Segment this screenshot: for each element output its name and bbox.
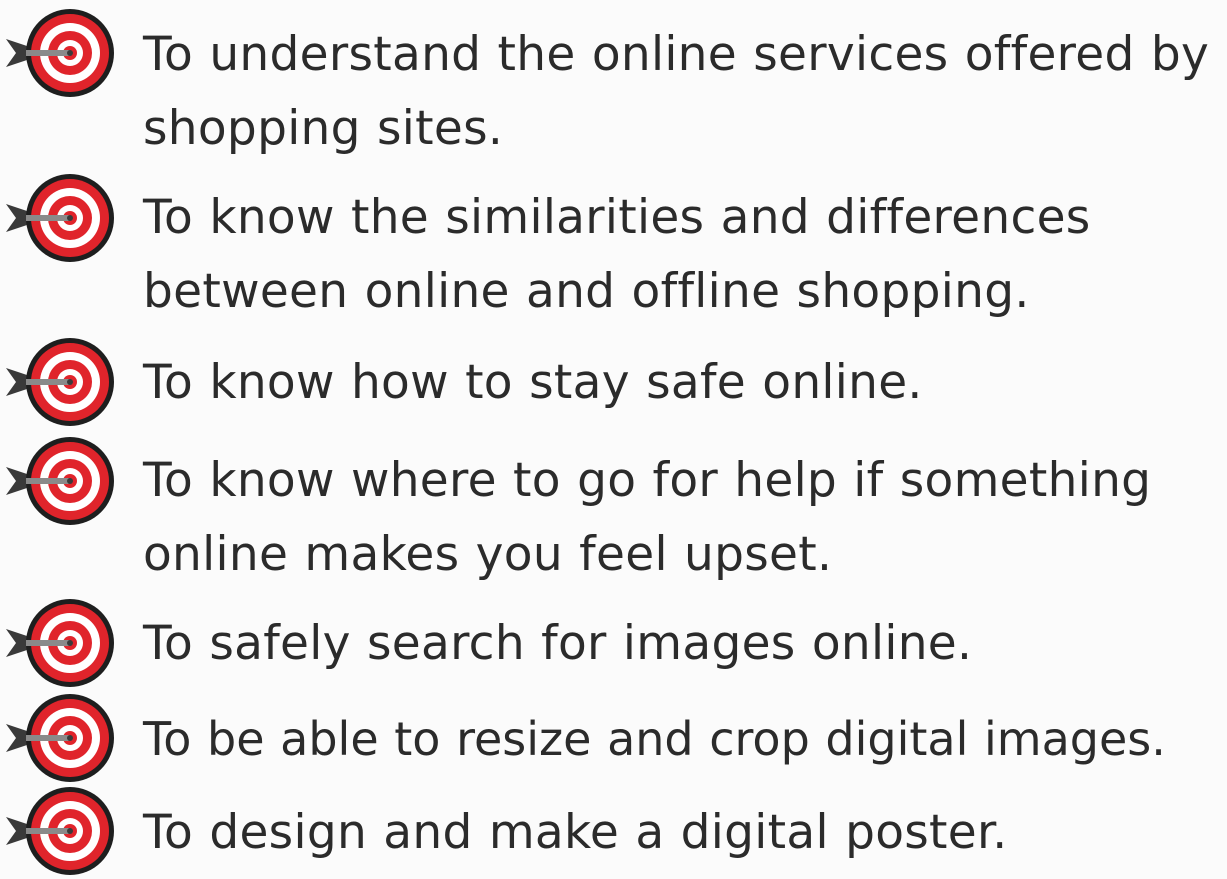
objective-text: To know where to go for help if somethin… [143,453,1152,582]
target-dart-icon [4,595,118,691]
target-dart-icon [4,783,118,879]
objective-text: To safely search for images online. [143,616,973,671]
target-dart-icon [4,433,118,529]
target-dart-icon [4,170,118,266]
target-dart-icon [4,334,118,430]
objective-text: To know how to stay safe online. [143,355,923,410]
objective-text: To be able to resize and crop digital im… [143,712,1166,766]
objective-text: To understand the online services offere… [143,27,1210,156]
target-dart-icon [4,5,118,101]
objective-text: To design and make a digital poster. [143,805,1008,860]
objective-text: To know the similarities and differences… [143,190,1091,319]
target-dart-icon [4,690,118,786]
